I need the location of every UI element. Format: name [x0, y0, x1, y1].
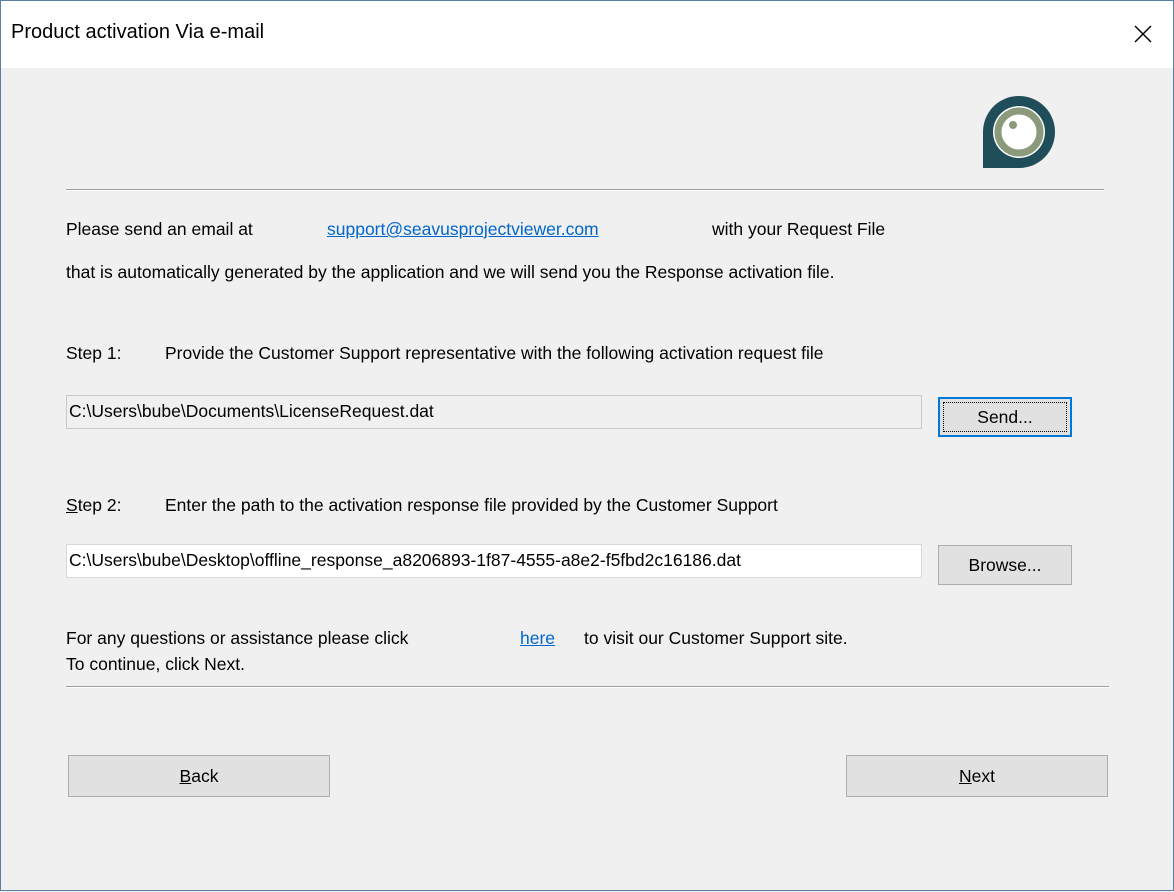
next-button-label: Next — [959, 766, 995, 787]
response-file-path-input[interactable]: C:\Users\bube\Desktop\offline_response_a… — [66, 544, 922, 578]
close-icon — [1134, 25, 1152, 43]
intro-line1-prefix: Please send an email at — [66, 219, 253, 239]
seavus-logo-icon — [983, 96, 1055, 168]
next-button[interactable]: Next — [846, 755, 1108, 797]
step2-description: Enter the path to the activation respons… — [165, 495, 778, 515]
browse-button[interactable]: Browse... — [938, 545, 1072, 585]
next-mnemonic: N — [959, 765, 972, 786]
window-title: Product activation Via e-mail — [11, 21, 265, 43]
step1-label: Step 1: — [66, 343, 122, 363]
request-file-path-field[interactable]: C:\Users\bube\Documents\LicenseRequest.d… — [66, 395, 922, 429]
intro-line2: that is automatically generated by the a… — [66, 262, 835, 282]
step2-label: Step 2: — [66, 494, 121, 516]
send-button[interactable]: Send... — [938, 397, 1072, 437]
back-mnemonic: B — [179, 765, 192, 786]
browse-button-label: Browse... — [968, 554, 1042, 575]
back-button[interactable]: Back — [68, 755, 330, 797]
title-bar: Product activation Via e-mail — [1, 0, 1173, 68]
step1-description: Provide the Customer Support representat… — [165, 343, 824, 363]
back-label-rest: ack — [191, 765, 219, 786]
intro-line1-suffix: with your Request File — [712, 219, 886, 239]
step2-label-mnemonic: S — [66, 495, 78, 515]
continue-instruction: To continue, click Next. — [66, 654, 245, 674]
support-email-link[interactable]: support@seavusprojectviewer.com — [327, 218, 599, 240]
support-site-link[interactable]: here — [520, 627, 555, 649]
bottom-separator — [66, 686, 1109, 688]
step2-label-rest: tep 2: — [77, 495, 122, 515]
focus-rectangle — [943, 402, 1067, 432]
activation-dialog: Product activation Via e-mail Please sen… — [0, 0, 1174, 891]
top-separator — [66, 189, 1104, 191]
close-button[interactable] — [1113, 1, 1173, 67]
next-label-rest: ext — [971, 765, 995, 786]
help-text-prefix: For any questions or assistance please c… — [66, 628, 409, 648]
help-text-suffix: to visit our Customer Support site. — [584, 628, 848, 648]
back-button-label: Back — [180, 766, 219, 787]
